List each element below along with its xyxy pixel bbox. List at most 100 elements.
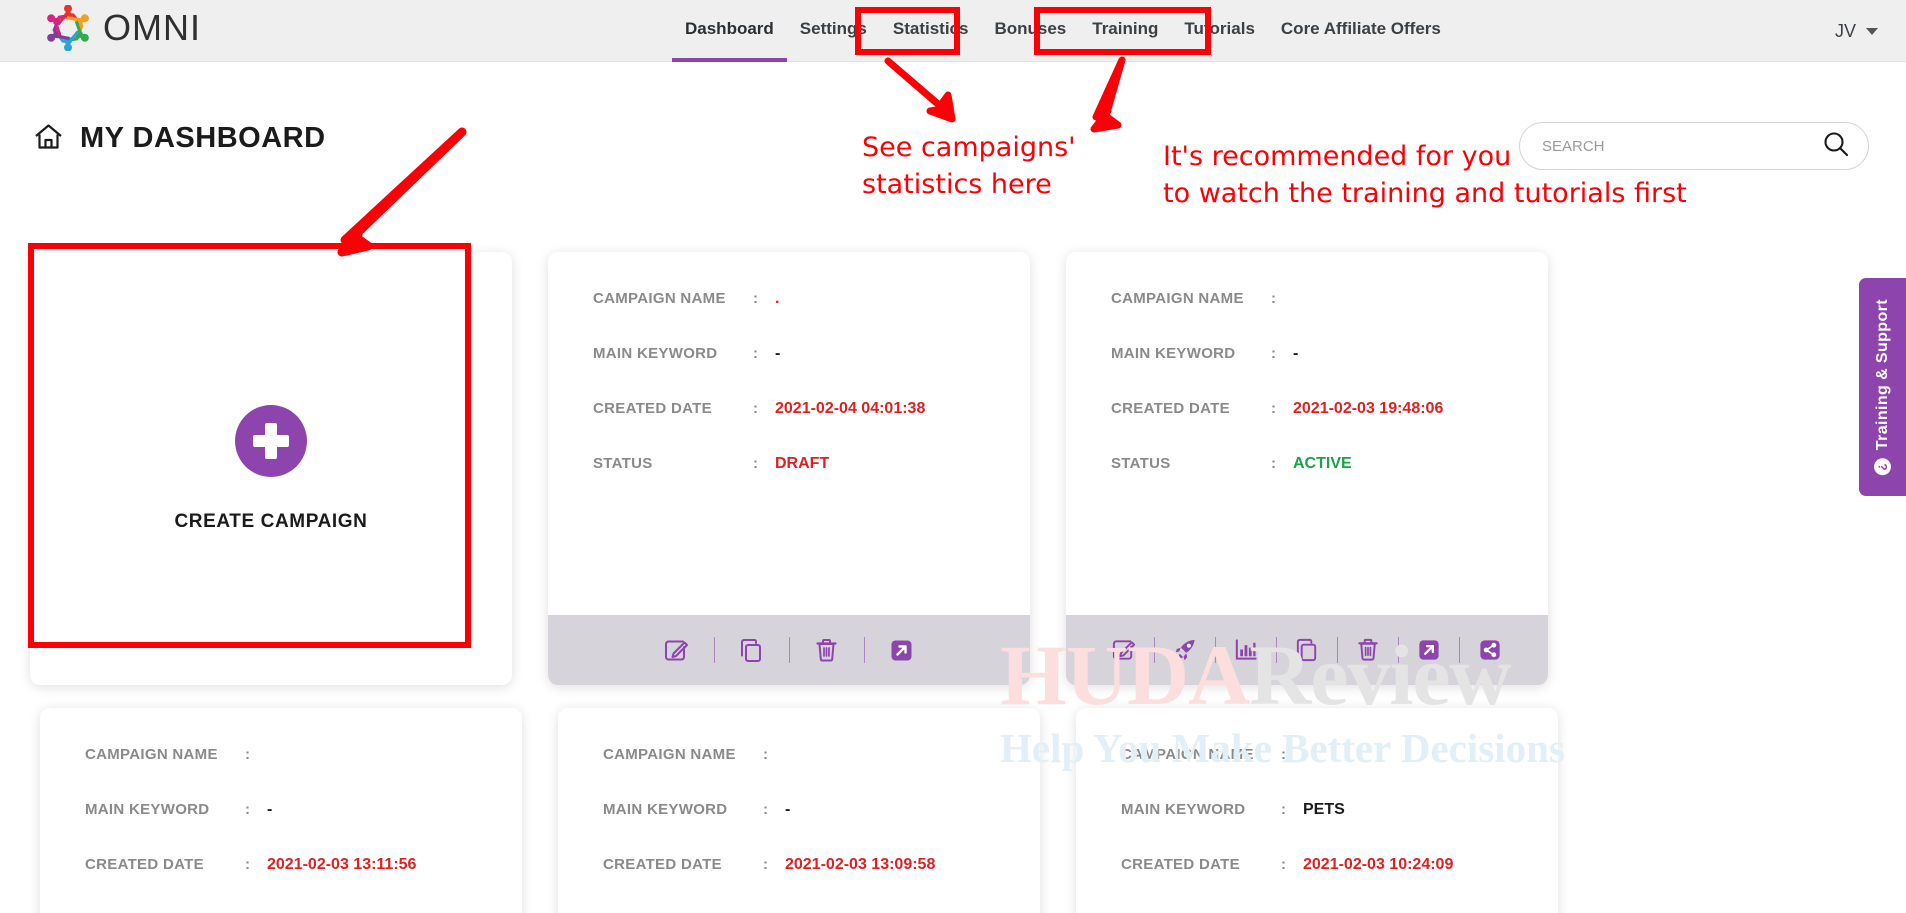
- campaign-name-label: CAMPAIGN NAME: [85, 746, 218, 763]
- colon: :: [763, 801, 768, 818]
- divider: [788, 637, 790, 663]
- status-label: STATUS: [1111, 455, 1171, 472]
- home-icon: [34, 123, 63, 155]
- campaign-name-value: .: [775, 290, 780, 307]
- dashboard-page: OMNI Dashboard Settings Statistics Bonus…: [0, 0, 1906, 913]
- main-keyword-label: MAIN KEYWORD: [85, 801, 210, 818]
- nav-item-statistics[interactable]: Statistics: [880, 0, 982, 62]
- campaign-card[interactable]: CAMPAIGN NAME : . MAIN KEYWORD : - CREAT…: [548, 252, 1030, 685]
- page-header: MY DASHBOARD: [34, 122, 326, 155]
- nav-item-settings[interactable]: Settings: [787, 0, 880, 62]
- top-navigation-bar: OMNI Dashboard Settings Statistics Bonus…: [0, 0, 1906, 62]
- edit-icon[interactable]: [654, 627, 700, 673]
- copy-icon[interactable]: [729, 627, 775, 673]
- divider: [1215, 637, 1216, 663]
- colon: :: [1271, 455, 1276, 472]
- created-date-row: CREATED DATE : 2021-02-04 04:01:38: [593, 400, 985, 455]
- campaign-card[interactable]: CAMPAIGN NAME : MAIN KEYWORD : - CREATED…: [558, 708, 1040, 913]
- main-keyword-row: MAIN KEYWORD : PETS: [1121, 801, 1513, 856]
- campaign-card-body: CAMPAIGN NAME : MAIN KEYWORD : PETS CREA…: [1076, 708, 1558, 913]
- plus-circle-icon: [235, 404, 307, 477]
- created-date-label: CREATED DATE: [85, 856, 204, 873]
- campaign-card-actions: [548, 615, 1030, 685]
- trash-icon[interactable]: [1347, 627, 1389, 673]
- created-date-row: CREATED DATE : 2021-02-03 13:09:58: [603, 856, 995, 911]
- main-keyword-label: MAIN KEYWORD: [1111, 345, 1236, 362]
- created-date-value: 2021-02-03 13:11:56: [267, 856, 417, 873]
- divider: [1398, 637, 1399, 663]
- created-date-label: CREATED DATE: [1111, 400, 1230, 417]
- colon: :: [1281, 801, 1286, 818]
- created-date-value: 2021-02-03 10:24:09: [1303, 856, 1454, 873]
- campaign-grid-top: CREATE CAMPAIGN CAMPAIGN NAME : . MAIN K…: [30, 252, 1548, 685]
- status-row: STATUS : DRAFT: [593, 455, 985, 510]
- page-title: MY DASHBOARD: [80, 122, 326, 154]
- campaign-card[interactable]: CAMPAIGN NAME : MAIN KEYWORD : PETS CREA…: [1076, 708, 1558, 913]
- created-date-label: CREATED DATE: [593, 400, 712, 417]
- nav-item-training[interactable]: Training: [1079, 0, 1171, 62]
- campaign-card[interactable]: CAMPAIGN NAME : MAIN KEYWORD : - CREATED…: [1066, 252, 1548, 685]
- campaign-name-row: CAMPAIGN NAME :: [1121, 746, 1513, 801]
- annotation-arrow-training: [1090, 56, 1126, 133]
- colon: :: [1271, 400, 1276, 417]
- main-keyword-value: -: [1293, 345, 1299, 362]
- campaign-name-row: CAMPAIGN NAME : .: [593, 290, 985, 345]
- brand-name: OMNI: [103, 7, 201, 48]
- status-label: STATUS: [593, 455, 653, 472]
- bar-chart-icon[interactable]: [1225, 627, 1267, 673]
- main-keyword-row: MAIN KEYWORD : -: [593, 345, 985, 400]
- created-date-row: CREATED DATE : 2021-02-03 19:48:06: [1111, 400, 1503, 455]
- main-nav: Dashboard Settings Statistics Bonuses Tr…: [672, 0, 1454, 62]
- user-initials: JV: [1834, 20, 1856, 41]
- brand-logo-area[interactable]: OMNI: [45, 4, 201, 52]
- campaign-name-label: CAMPAIGN NAME: [1111, 290, 1244, 307]
- created-date-value: 2021-02-04 04:01:38: [775, 400, 926, 417]
- campaign-card[interactable]: CAMPAIGN NAME : MAIN KEYWORD : - CREATED…: [40, 708, 522, 913]
- main-keyword-value: -: [267, 801, 273, 818]
- nav-item-dashboard[interactable]: Dashboard: [672, 0, 787, 62]
- search-input[interactable]: [1542, 137, 1822, 155]
- omni-pinwheel-logo-icon: [45, 4, 91, 52]
- campaign-name-row: CAMPAIGN NAME :: [85, 746, 477, 801]
- main-keyword-label: MAIN KEYWORD: [603, 801, 728, 818]
- user-menu[interactable]: JV: [1835, 0, 1878, 62]
- main-keyword-label: MAIN KEYWORD: [593, 345, 718, 362]
- campaign-grid-bottom: CAMPAIGN NAME : MAIN KEYWORD : - CREATED…: [40, 708, 1558, 913]
- created-date-value: 2021-02-03 19:48:06: [1293, 400, 1444, 417]
- nav-item-core-affiliate-offers[interactable]: Core Affiliate Offers: [1268, 0, 1454, 62]
- trash-icon[interactable]: [804, 627, 850, 673]
- rocket-icon[interactable]: [1164, 627, 1206, 673]
- divider: [1276, 637, 1277, 663]
- external-link-icon[interactable]: [1408, 627, 1450, 673]
- campaign-card-body: CAMPAIGN NAME : MAIN KEYWORD : - CREATED…: [40, 708, 522, 913]
- nav-item-bonuses[interactable]: Bonuses: [981, 0, 1079, 62]
- copy-icon[interactable]: [1286, 627, 1328, 673]
- created-date-row: CREATED DATE : 2021-02-03 10:24:09: [1121, 856, 1513, 911]
- colon: :: [753, 400, 758, 417]
- create-campaign-card[interactable]: CREATE CAMPAIGN: [30, 252, 512, 685]
- campaign-name-label: CAMPAIGN NAME: [1121, 746, 1254, 763]
- main-keyword-value: -: [775, 345, 781, 362]
- campaign-name-label: CAMPAIGN NAME: [593, 290, 726, 307]
- colon: :: [245, 746, 250, 763]
- divider: [1154, 637, 1155, 663]
- edit-icon[interactable]: [1103, 627, 1145, 673]
- search-box[interactable]: [1519, 122, 1869, 170]
- campaign-card-body: CAMPAIGN NAME : MAIN KEYWORD : - CREATED…: [1066, 252, 1548, 615]
- search-icon[interactable]: [1822, 130, 1850, 163]
- main-keyword-value: -: [785, 801, 791, 818]
- colon: :: [245, 801, 250, 818]
- annotation-arrow-statistics: [884, 57, 956, 123]
- main-keyword-label: MAIN KEYWORD: [1121, 801, 1246, 818]
- divider: [1337, 637, 1338, 663]
- external-link-icon[interactable]: [879, 627, 925, 673]
- divider: [713, 637, 715, 663]
- question-circle-icon: ?: [1874, 458, 1891, 476]
- main-keyword-row: MAIN KEYWORD : -: [603, 801, 995, 856]
- training-support-tab[interactable]: ? Training & Support: [1859, 278, 1906, 496]
- training-support-label: Training & Support: [1873, 298, 1891, 451]
- chevron-down-icon: [1866, 27, 1878, 35]
- share-icon[interactable]: [1469, 627, 1511, 673]
- colon: :: [753, 345, 758, 362]
- nav-item-tutorials[interactable]: Tutorials: [1171, 0, 1268, 62]
